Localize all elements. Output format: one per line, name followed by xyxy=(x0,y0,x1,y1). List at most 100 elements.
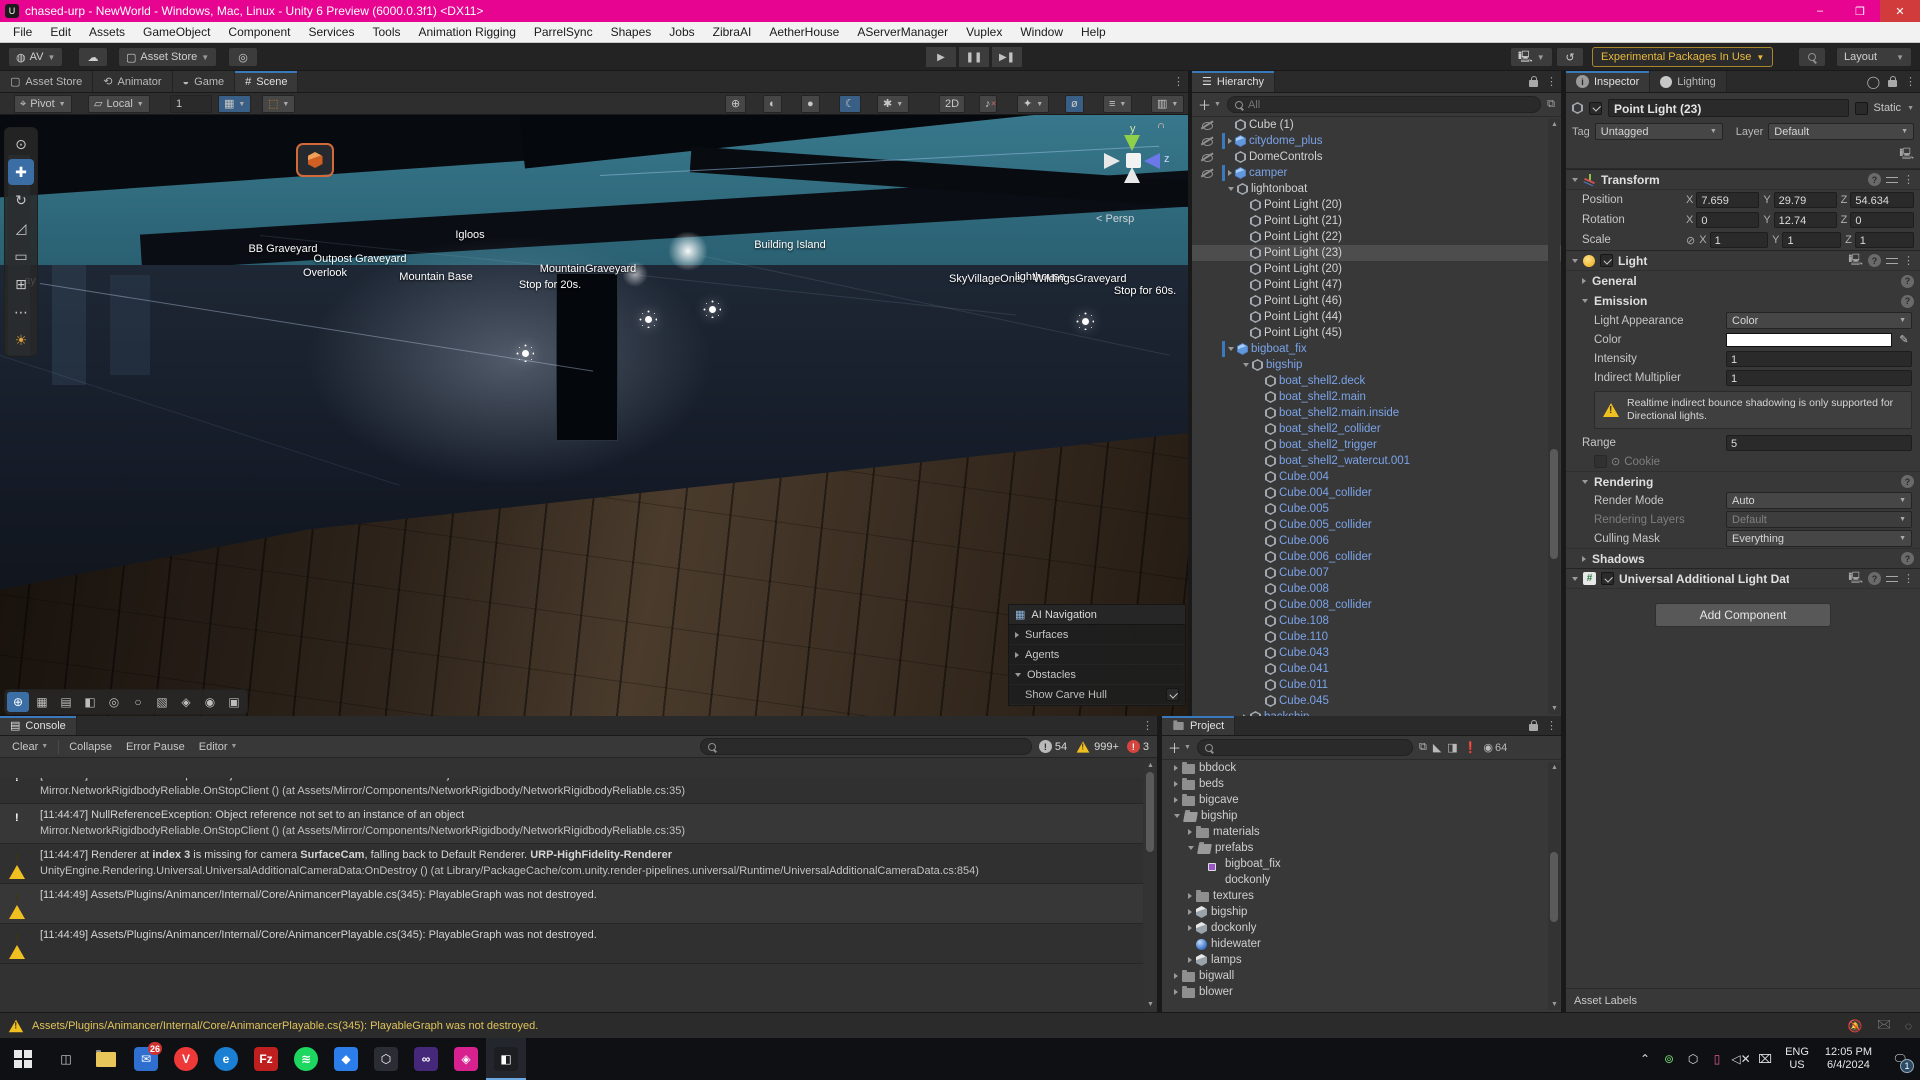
undo-history-button[interactable]: ↺ xyxy=(1556,47,1584,67)
shading-icon[interactable]: ◧ xyxy=(79,692,101,712)
menu-services[interactable]: Services xyxy=(299,22,363,43)
start-button[interactable] xyxy=(0,1038,46,1080)
asset-store-button[interactable]: ▢ Asset Store▼ xyxy=(118,47,217,67)
close-button[interactable]: ✕ xyxy=(1880,0,1920,22)
compass-icon[interactable]: ◉ xyxy=(199,692,221,712)
hidden-count-icon[interactable]: ❗ xyxy=(1464,741,1478,754)
point-light-gizmo-icon[interactable] xyxy=(639,310,657,328)
unlit-mode-icon[interactable]: ● xyxy=(801,95,820,113)
task-view-icon[interactable]: ◫ xyxy=(46,1038,86,1080)
layer-dropdown[interactable]: Default▼ xyxy=(1768,123,1914,140)
clock[interactable]: 12:05 PM6/4/2024 xyxy=(1817,1046,1880,1072)
transform-rotation-x-field[interactable]: 0 xyxy=(1696,212,1759,228)
foldout-icon[interactable] xyxy=(1188,909,1192,915)
layers-icon[interactable]: ≡▼ xyxy=(1103,95,1132,113)
rotate-tool[interactable]: ↻ xyxy=(8,187,34,213)
light-rendering-foldout[interactable]: Rendering ? xyxy=(1566,471,1920,491)
status-message[interactable]: Assets/Plugins/Animancer/Internal/Core/A… xyxy=(32,1020,538,1032)
hierarchy-row[interactable]: Cube.007 xyxy=(1192,565,1561,581)
tab-game[interactable]: ◒Game xyxy=(173,71,236,92)
foldout-icon[interactable] xyxy=(1188,893,1192,899)
hierarchy-row[interactable]: Cube.110 xyxy=(1192,629,1561,645)
project-row[interactable]: beds xyxy=(1162,776,1561,792)
menu-tools[interactable]: Tools xyxy=(363,22,409,43)
menu-gameobject[interactable]: GameObject xyxy=(134,22,219,43)
light-shadows-foldout[interactable]: Shadows ? xyxy=(1566,548,1920,568)
intensity-field[interactable]: 1 xyxy=(1726,351,1912,367)
favorites-icon[interactable]: ◣ xyxy=(1433,741,1441,754)
menu-shapes[interactable]: Shapes xyxy=(602,22,661,43)
hierarchy-row[interactable]: boat_shell2.deck xyxy=(1192,373,1561,389)
foldout-icon[interactable] xyxy=(1572,178,1578,182)
progress-status-icon[interactable]: ◌ xyxy=(1905,1019,1912,1033)
foldout-icon[interactable] xyxy=(1572,577,1578,581)
language-indicator[interactable]: ENGUS xyxy=(1777,1046,1817,1072)
hierarchy-row[interactable]: Point Light (22) xyxy=(1192,229,1561,245)
project-row[interactable]: textures xyxy=(1162,888,1561,904)
dropdown-icon[interactable]: ▼ xyxy=(1171,101,1178,108)
unity-hub-icon[interactable]: ⬡ xyxy=(366,1038,406,1080)
light-emission-foldout[interactable]: Emission ? xyxy=(1566,291,1920,311)
hierarchy-row[interactable]: Cube.008_collider xyxy=(1192,597,1561,613)
foldout-icon[interactable] xyxy=(1188,957,1192,963)
eye-off-icon[interactable] xyxy=(1200,119,1215,131)
foldout-icon[interactable] xyxy=(1228,347,1234,351)
hierarchy-row[interactable]: lightonboat xyxy=(1192,181,1561,197)
mic-muted-icon[interactable]: 🖂 xyxy=(1877,1015,1891,1036)
x-axis-cone[interactable] xyxy=(1104,153,1120,169)
orientation-icon[interactable]: ▤ xyxy=(55,692,77,712)
cloud-button[interactable]: ☁ xyxy=(78,47,108,67)
menu-window[interactable]: Window xyxy=(1011,22,1072,43)
hierarchy-row[interactable]: Cube (1) xyxy=(1192,117,1561,133)
blue-app-icon[interactable]: ◆ xyxy=(326,1038,366,1080)
foldout-icon[interactable] xyxy=(1228,170,1232,176)
foldout-icon[interactable] xyxy=(1188,846,1194,850)
wireframe-mode-icon[interactable]: ◐ xyxy=(763,95,782,113)
hierarchy-row[interactable]: Cube.043 xyxy=(1192,645,1561,661)
hierarchy-row[interactable]: citydome_plus> xyxy=(1192,133,1561,149)
object-name-field[interactable]: Point Light (23) xyxy=(1608,99,1849,117)
light-component-header[interactable]: Light 🖳 ? ⋮ xyxy=(1566,250,1920,271)
foldout-icon[interactable] xyxy=(1243,363,1249,367)
scale-tool[interactable]: ◿ xyxy=(8,215,34,241)
hierarchy-row[interactable]: Cube.045 xyxy=(1192,693,1561,709)
rect-tool[interactable]: ▭ xyxy=(8,243,34,269)
scene-dock-menu-icon[interactable]: ⋮ xyxy=(1173,75,1184,88)
tab-asset-store[interactable]: ▢Asset Store xyxy=(0,71,93,92)
console-clear-button[interactable]: Clear▼ xyxy=(6,738,54,756)
visual-studio-icon[interactable]: ∞ xyxy=(406,1038,446,1080)
view-tool[interactable]: ⊙ xyxy=(8,131,34,157)
picker-circle-icon[interactable]: ◯ xyxy=(1867,75,1880,89)
file-explorer-icon[interactable] xyxy=(86,1038,126,1080)
edge-icon[interactable]: e xyxy=(206,1038,246,1080)
tab-inspector[interactable]: i Inspector xyxy=(1566,71,1650,92)
help-icon[interactable]: ? xyxy=(1868,254,1881,267)
foldout-icon[interactable] xyxy=(1174,989,1178,995)
console-editor-dropdown[interactable]: Editor▼ xyxy=(193,738,244,756)
hierarchy-row[interactable]: Point Light (46) xyxy=(1192,293,1561,309)
hierarchy-row[interactable]: Point Light (45) xyxy=(1192,325,1561,341)
light-general-foldout[interactable]: General ? xyxy=(1566,271,1920,291)
dropdown-icon[interactable]: ▼ xyxy=(896,101,903,108)
kebab-menu-icon[interactable]: ⋮ xyxy=(1903,254,1914,267)
hierarchy-row[interactable]: Cube.004 xyxy=(1192,469,1561,485)
menu-component[interactable]: Component xyxy=(219,22,299,43)
hierarchy-row[interactable]: Point Light (44) xyxy=(1192,309,1561,325)
create-asset-button[interactable]: ＋▼ xyxy=(1168,738,1191,757)
hierarchy-row[interactable]: Point Light (21) xyxy=(1192,213,1561,229)
project-row[interactable]: bigship xyxy=(1162,904,1561,920)
light-appearance-dropdown[interactable]: Color▼ xyxy=(1726,312,1912,329)
filezilla-icon[interactable]: Fz xyxy=(246,1038,286,1080)
hierarchy-row[interactable]: Cube.006 xyxy=(1192,533,1561,549)
static-dropdown-icon[interactable]: ▼ xyxy=(1907,105,1914,112)
scene-viewport[interactable]: ayBB GraveyardOutpost GraveyardOverlookI… xyxy=(0,115,1188,716)
project-row[interactable]: bigboat_fix xyxy=(1162,856,1561,872)
eyedropper-icon[interactable]: ✎ xyxy=(1896,333,1912,346)
lock-icon[interactable] xyxy=(1529,724,1538,731)
light-overlay-icon[interactable]: ☀ xyxy=(8,327,34,353)
nav-row-show-carve-hull[interactable]: Show Carve Hull xyxy=(1009,685,1185,705)
additional-light-data-header[interactable]: # Universal Additional Light Data (Scr 🖳… xyxy=(1566,568,1920,589)
foldout-icon[interactable] xyxy=(1228,138,1232,144)
hierarchy-row[interactable]: boat_shell2.main.inside xyxy=(1192,405,1561,421)
range-field[interactable]: 5 xyxy=(1726,435,1912,451)
